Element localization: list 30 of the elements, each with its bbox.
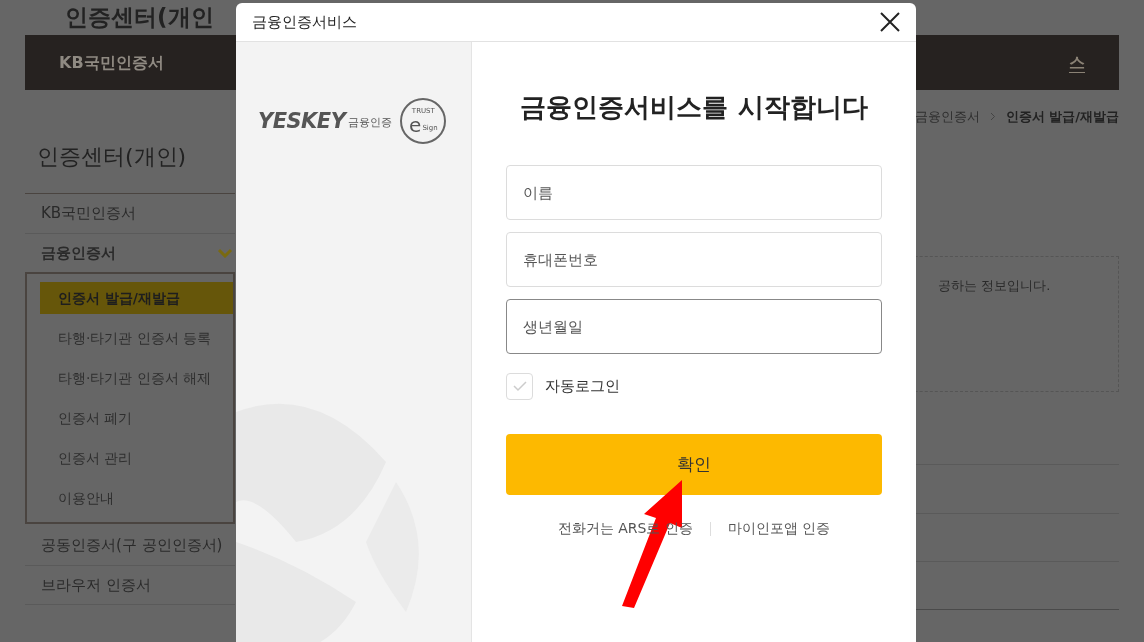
chevron-icon	[217, 247, 233, 258]
submenu-item[interactable]: 타행·타기관 인증서 해제	[40, 362, 233, 394]
dialog-heading: 금융인증서비스를 시작합니다	[519, 91, 869, 124]
auth-link[interactable]: 마이인포앱 인증	[727, 518, 831, 539]
sidebar-item[interactable]: KB국민인증서	[25, 194, 235, 234]
logo-subtitle: 금융인증	[348, 115, 393, 131]
submenu-item[interactable]: 인증서 폐기	[40, 402, 233, 434]
close-icon[interactable]	[880, 12, 900, 32]
chevron-right-icon	[989, 112, 996, 122]
sidebar-item[interactable]: 브라우저 인증서	[25, 565, 235, 605]
checkbox[interactable]	[506, 373, 533, 400]
submenu-item[interactable]: 타행·타기관 인증서 등록	[40, 322, 233, 354]
notice-text: 공하는 정보입니다.	[938, 277, 1051, 293]
breadcrumb-item: 인증서 발급/재발급	[1005, 108, 1119, 126]
confirm-button[interactable]: 확인	[506, 434, 882, 495]
nav-tab[interactable]: 스	[1069, 50, 1085, 75]
input-field[interactable]: 생년월일	[506, 299, 882, 354]
nav-tab[interactable]: KB국민인증서	[59, 50, 164, 75]
sidebar-item[interactable]: 금융인증서	[25, 233, 235, 272]
sidebar-item[interactable]: 공동인증서(구 공인인증서)	[25, 526, 235, 566]
logo-wordmark: YESKEY	[258, 110, 346, 132]
submenu-item[interactable]: 이용안내	[40, 482, 233, 514]
check-icon	[512, 381, 527, 392]
sidebar-title: 인증센터(개인)	[36, 143, 188, 171]
submenu-item[interactable]: 인증서 관리	[40, 442, 233, 474]
checkbox-label: 자동로그인	[545, 376, 620, 398]
dialog-title: 금융인증서비스	[252, 11, 357, 33]
page-title: 인증센터(개인	[65, 3, 214, 32]
submenu-item[interactable]: 인증서 발급/재발급	[40, 282, 233, 314]
breadcrumb-item[interactable]: 금융인증서	[914, 107, 980, 127]
